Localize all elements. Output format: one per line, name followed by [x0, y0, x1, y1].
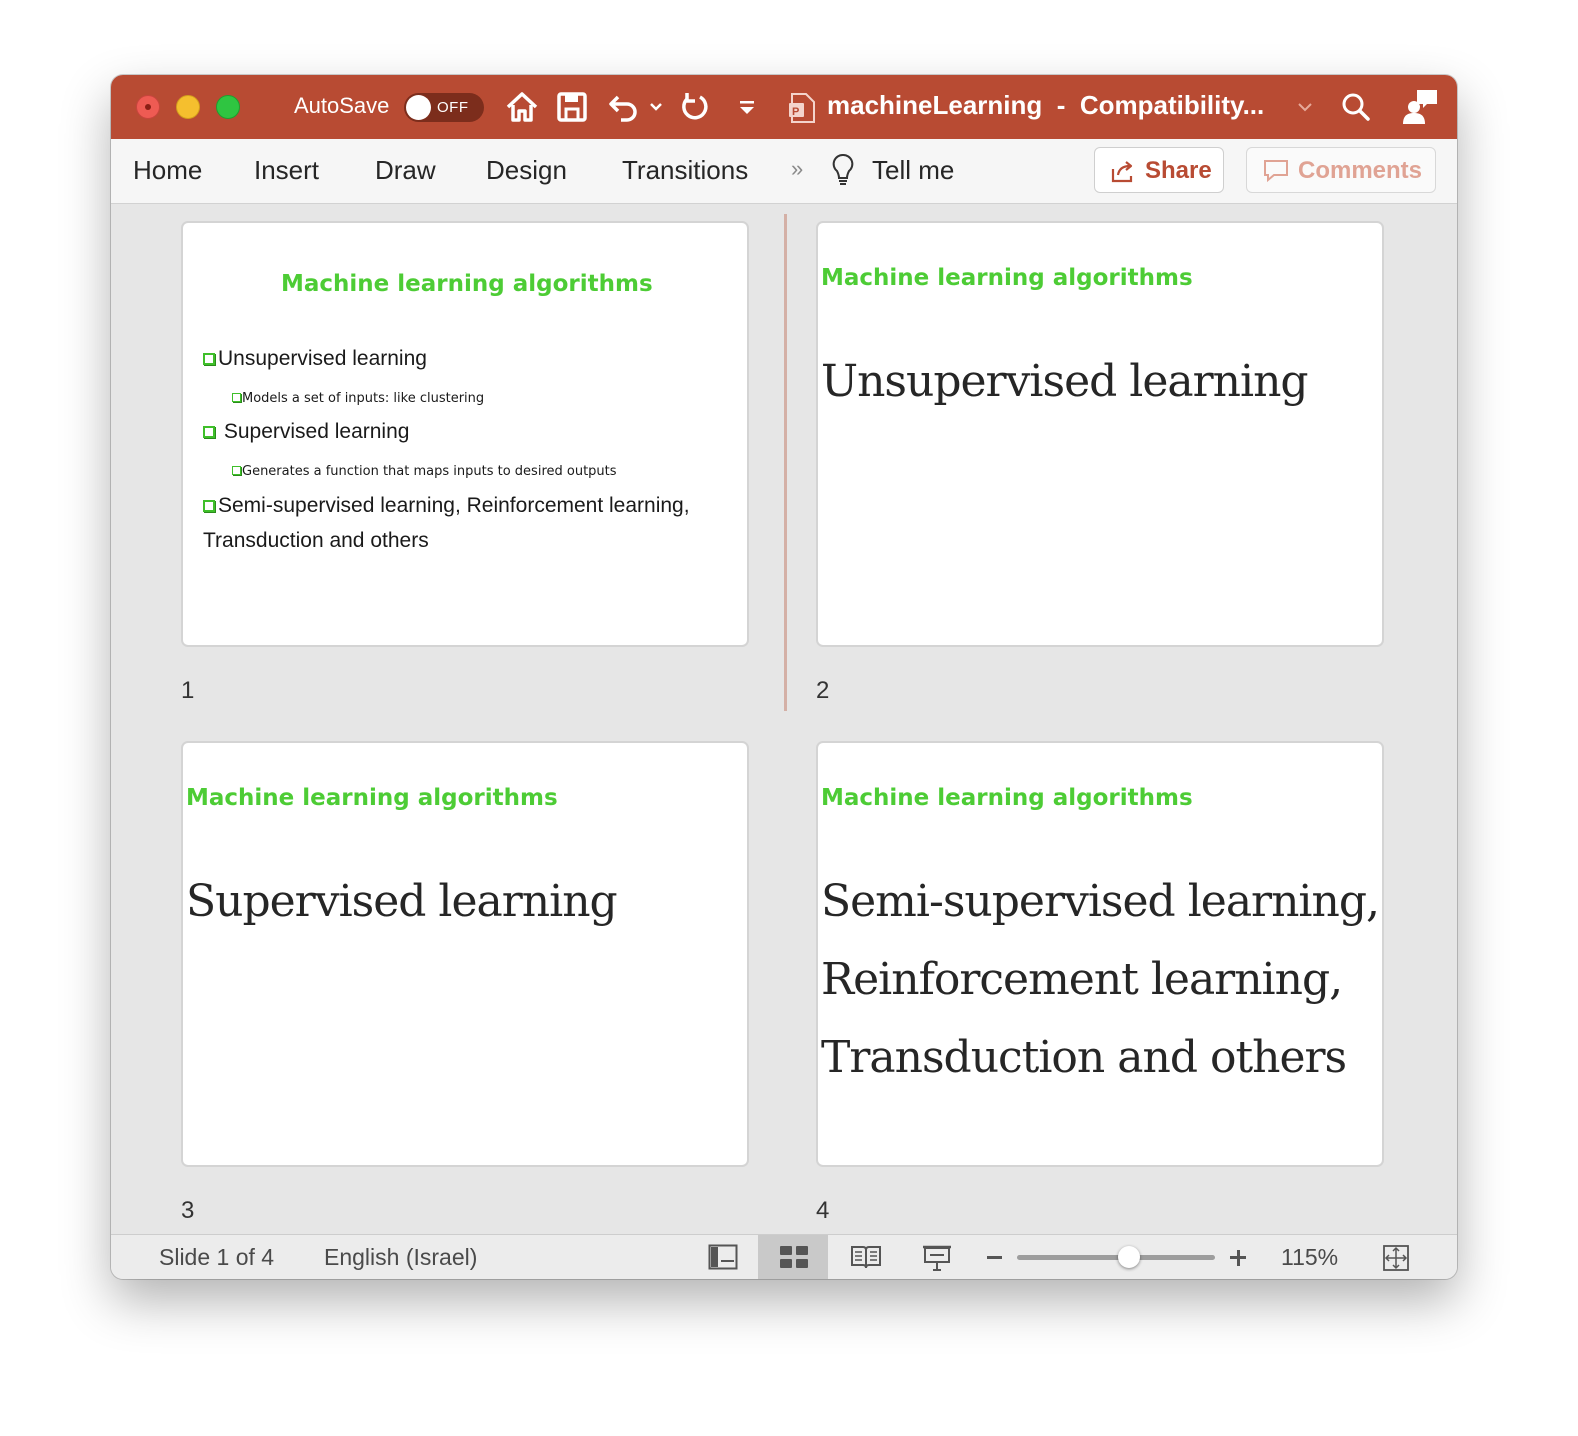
share-icon — [1111, 161, 1133, 183]
tab-transitions[interactable]: Transitions — [622, 155, 748, 186]
reading-view-icon — [851, 1246, 881, 1269]
tab-home[interactable]: Home — [133, 155, 202, 186]
presentation-icon — [923, 1245, 951, 1271]
normal-view-icon — [708, 1244, 738, 1270]
toggle-knob — [406, 95, 431, 120]
customize-toolbar-icon[interactable] — [737, 99, 757, 117]
close-window-button[interactable] — [136, 95, 160, 119]
normal-view-button[interactable] — [687, 1235, 757, 1279]
zoom-level[interactable]: 115% — [1281, 1244, 1338, 1271]
insertion-marker — [784, 214, 787, 711]
redo-icon[interactable] — [678, 90, 712, 124]
slide-body-line: Transduction and others — [821, 1032, 1347, 1083]
chevron-down-icon[interactable] — [649, 101, 663, 113]
account-feedback-icon[interactable] — [1401, 88, 1439, 126]
share-button[interactable]: Share — [1094, 147, 1224, 193]
slide-count-status: Slide 1 of 4 — [159, 1244, 275, 1270]
sub-bullet-item: Models a set of inputs: like clustering — [232, 391, 484, 406]
checkbox-bullet-icon — [203, 500, 215, 512]
zoom-slider-thumb[interactable] — [1118, 1246, 1140, 1268]
tab-design[interactable]: Design — [486, 155, 567, 186]
slide-sorter-view: Machine learning algorithms Unsupervised… — [111, 204, 1457, 1234]
powerpoint-window: AutoSave OFF P machineLearning - Compati… — [111, 75, 1457, 1279]
ribbon-tabs: Home Insert Draw Design Transitions » Te… — [111, 139, 1457, 204]
tab-draw[interactable]: Draw — [375, 155, 436, 186]
more-tabs-chevron-icon[interactable]: » — [791, 156, 803, 182]
language-status[interactable]: English (Israel) — [324, 1244, 477, 1271]
reading-view-button[interactable] — [829, 1235, 899, 1279]
bullet-item: Supervised learning — [203, 420, 409, 444]
autosave-label: AutoSave — [294, 93, 390, 118]
slide-number: 4 — [816, 1197, 830, 1224]
share-label: Share — [1145, 157, 1212, 184]
slide-number: 2 — [816, 677, 830, 704]
zoom-window-button[interactable] — [216, 95, 240, 119]
slide-number: 1 — [181, 677, 195, 704]
zoom-out-button[interactable] — [987, 1256, 1002, 1259]
slide-title: Machine learning algorithms — [821, 785, 1193, 811]
comment-icon — [1264, 160, 1288, 183]
search-icon[interactable] — [1341, 92, 1371, 122]
comments-button[interactable]: Comments — [1246, 147, 1436, 193]
sub-bullet-text: Models a set of inputs: like clustering — [242, 391, 485, 406]
bullet-item: Semi-supervised learning, Reinforcement … — [203, 494, 690, 518]
undo-icon[interactable] — [607, 91, 639, 123]
checkbox-bullet-icon — [232, 393, 241, 402]
save-icon[interactable] — [556, 91, 588, 123]
sub-bullet-text: Generates a function that maps inputs to… — [242, 464, 617, 479]
checkbox-bullet-icon — [203, 426, 215, 438]
slide-sorter-view-button[interactable] — [758, 1235, 828, 1279]
slide-sorter-icon — [780, 1246, 808, 1268]
slide-title: Machine learning algorithms — [186, 785, 558, 811]
slide-title: Machine learning algorithms — [821, 265, 1193, 291]
svg-text:P: P — [792, 106, 799, 118]
slide-thumbnail-2[interactable]: Machine learning algorithms Unsupervised… — [816, 221, 1384, 647]
minimize-window-button[interactable] — [176, 95, 200, 119]
bullet-text: Unsupervised learning — [218, 347, 427, 370]
checkbox-bullet-icon — [203, 353, 215, 365]
bullet-continuation: Transduction and others — [203, 529, 429, 552]
slide-body-line: Unsupervised learning — [821, 356, 1309, 407]
fit-to-window-icon[interactable] — [1382, 1244, 1410, 1272]
bullet-text: Supervised learning — [218, 420, 410, 443]
tell-me-search[interactable]: Tell me — [872, 155, 954, 186]
slide-thumbnail-3[interactable]: Machine learning algorithms Supervised l… — [181, 741, 749, 1167]
zoom-slider-track[interactable] — [1017, 1255, 1215, 1260]
bullet-text: Semi-supervised learning, Reinforcement … — [218, 494, 690, 517]
lightbulb-icon — [832, 153, 854, 185]
title-dropdown-chevron-icon[interactable] — [1297, 101, 1313, 113]
document-title: machineLearning - Compatibility... — [827, 90, 1265, 120]
title-bar: AutoSave OFF P machineLearning - Compati… — [111, 75, 1457, 139]
slide-body-line: Supervised learning — [186, 876, 618, 927]
bullet-item: Unsupervised learning — [203, 347, 427, 371]
checkbox-bullet-icon — [232, 466, 241, 475]
tab-insert[interactable]: Insert — [254, 155, 319, 186]
slide-thumbnail-4[interactable]: Machine learning algorithms Semi-supervi… — [816, 741, 1384, 1167]
status-bar: Slide 1 of 4 English (Israel) 115% — [111, 1234, 1457, 1279]
slide-number: 3 — [181, 1197, 195, 1224]
slide-body-line: Reinforcement learning, — [821, 954, 1343, 1005]
slide-thumbnail-1[interactable]: Machine learning algorithms Unsupervised… — [181, 221, 749, 647]
slide-body-line: Semi-supervised learning, — [821, 876, 1380, 927]
zoom-in-button-vertical[interactable] — [1236, 1250, 1240, 1266]
powerpoint-file-icon: P — [789, 93, 815, 123]
home-icon[interactable] — [505, 90, 539, 124]
autosave-state: OFF — [437, 99, 469, 116]
slideshow-view-button[interactable] — [900, 1235, 970, 1279]
slide-title: Machine learning algorithms — [281, 271, 653, 297]
sub-bullet-item: Generates a function that maps inputs to… — [232, 464, 617, 479]
autosave-toggle[interactable]: OFF — [404, 93, 484, 122]
comments-label: Comments — [1298, 157, 1423, 184]
